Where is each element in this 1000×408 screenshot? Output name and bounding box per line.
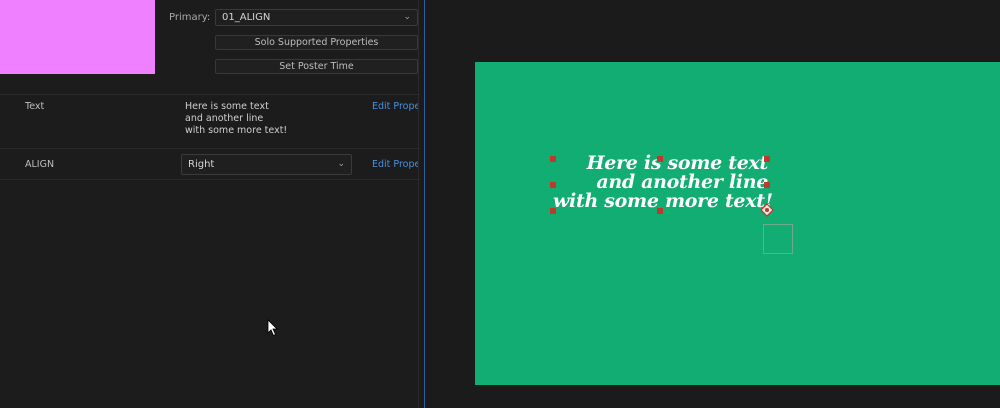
property-name-text: Text bbox=[25, 101, 45, 112]
edit-properties-link[interactable]: Edit Prope bbox=[372, 101, 418, 112]
active-panel-border bbox=[424, 0, 425, 408]
program-monitor-canvas[interactable] bbox=[475, 62, 1000, 385]
solo-supported-properties-button[interactable]: Solo Supported Properties bbox=[215, 35, 418, 50]
align-dropdown[interactable]: Right ⌄ bbox=[181, 154, 352, 175]
bounding-box-handle[interactable] bbox=[657, 156, 663, 162]
panel-divider bbox=[418, 0, 419, 408]
primary-dropdown-value: 01_ALIGN bbox=[222, 12, 271, 23]
text-value-line: and another line bbox=[185, 113, 264, 124]
property-name-align: ALIGN bbox=[25, 159, 55, 170]
chevron-down-icon: ⌄ bbox=[337, 159, 345, 169]
divider bbox=[0, 179, 420, 180]
edit-properties-link[interactable]: Edit Prope bbox=[372, 159, 418, 170]
canvas-text-layer[interactable]: Here is some text and another line with … bbox=[553, 154, 773, 211]
anchor-point-icon[interactable] bbox=[760, 203, 774, 217]
bounding-box-handle[interactable] bbox=[764, 156, 770, 162]
text-value-line: with some more text! bbox=[185, 125, 288, 136]
graphic-thumbnail bbox=[0, 0, 155, 74]
bounding-box-handle[interactable] bbox=[550, 182, 556, 188]
essential-graphics-panel: Primary: 01_ALIGN ⌄ Solo Supported Prope… bbox=[0, 0, 420, 408]
bounding-box-handle[interactable] bbox=[657, 208, 663, 214]
bounding-box-handle[interactable] bbox=[550, 208, 556, 214]
divider bbox=[0, 94, 420, 95]
anchor-box bbox=[763, 224, 793, 254]
align-dropdown-value: Right bbox=[188, 159, 215, 170]
mouse-cursor-icon bbox=[267, 319, 278, 337]
divider bbox=[0, 148, 420, 149]
primary-label: Primary: bbox=[169, 12, 211, 23]
bounding-box-handle[interactable] bbox=[764, 182, 770, 188]
text-value-line: Here is some text bbox=[185, 101, 269, 112]
primary-dropdown[interactable]: 01_ALIGN ⌄ bbox=[215, 9, 418, 26]
set-poster-time-button[interactable]: Set Poster Time bbox=[215, 59, 418, 74]
chevron-down-icon: ⌄ bbox=[403, 12, 411, 22]
text-property-value[interactable]: Here is some text and another line with … bbox=[185, 101, 365, 137]
bounding-box-handle[interactable] bbox=[550, 156, 556, 162]
